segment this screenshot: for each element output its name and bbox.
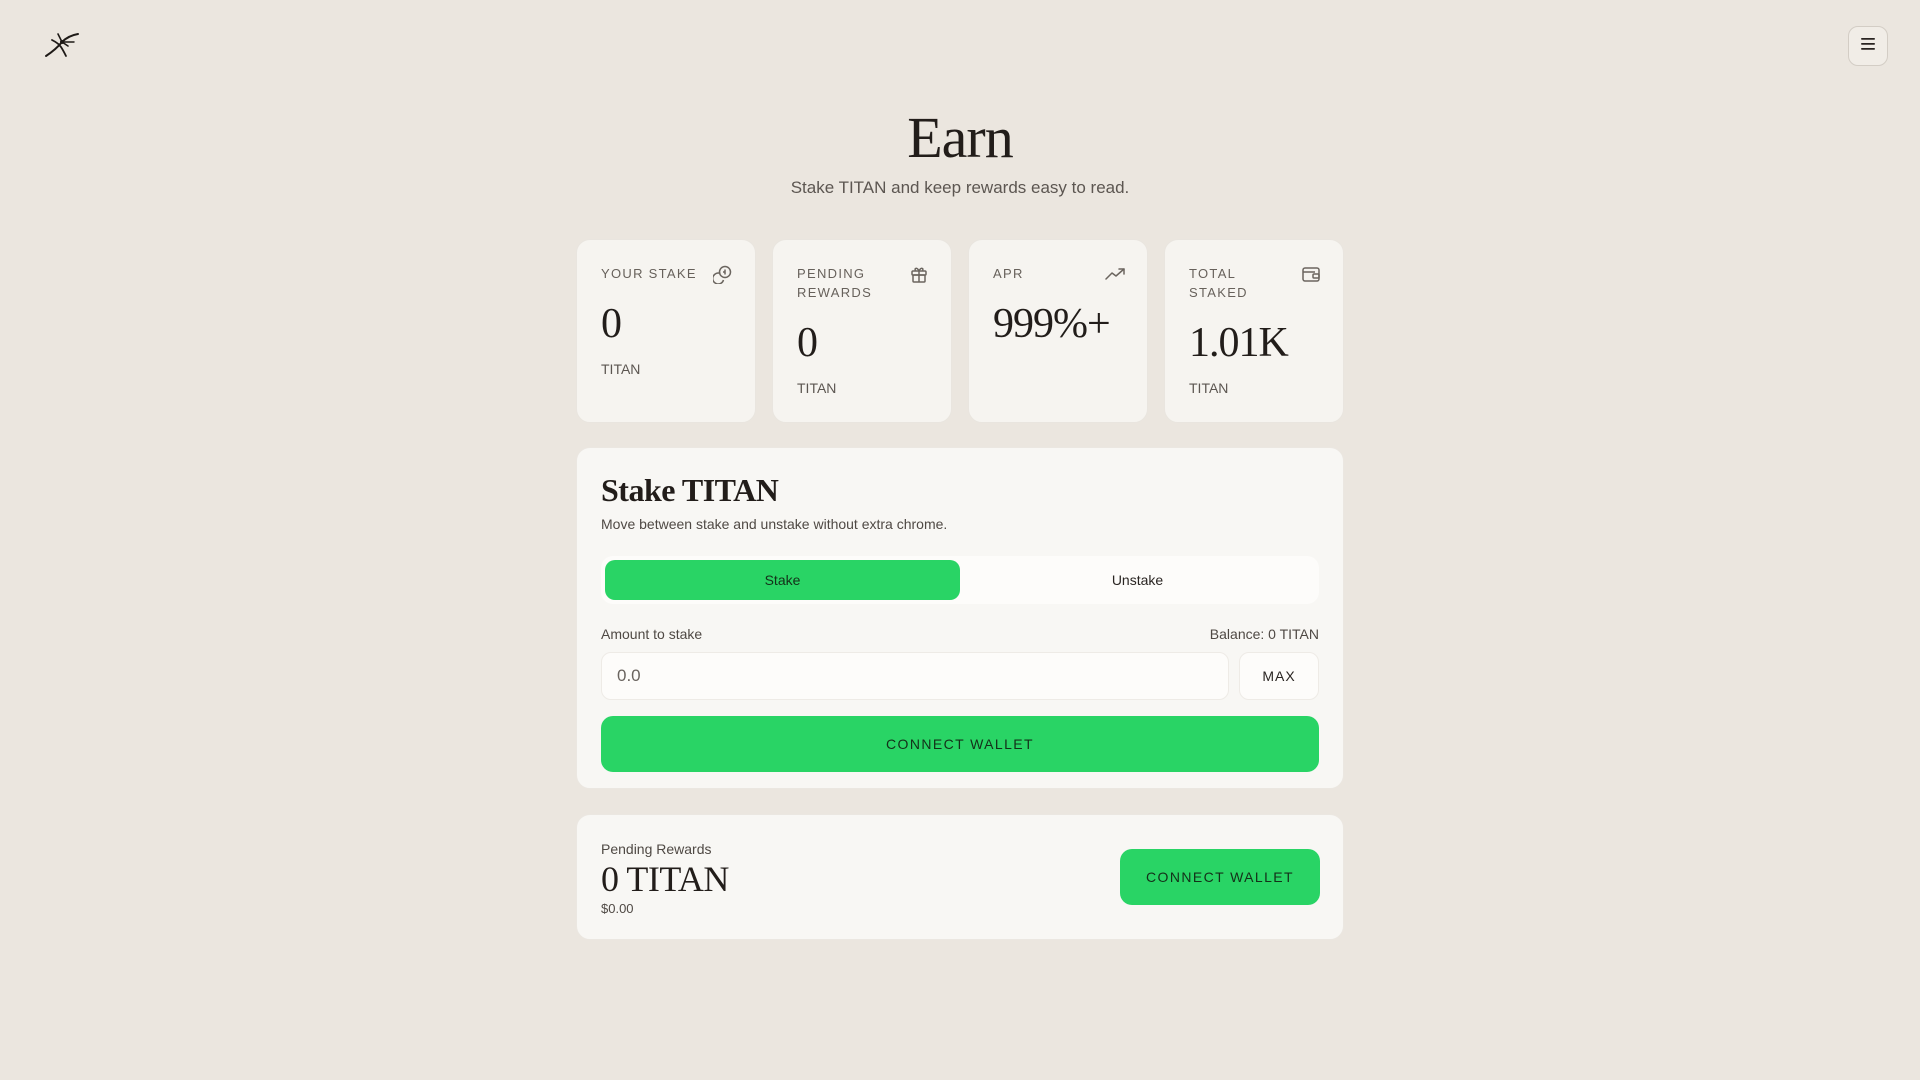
stake-panel-subtitle: Move between stake and unstake without e… [601, 516, 948, 532]
trending-up-icon [1105, 264, 1125, 284]
stat-label: PENDING REWARDS [797, 266, 873, 300]
stat-label: APR [993, 266, 1024, 281]
amount-input[interactable] [601, 652, 1229, 700]
stat-card-apr: APR 999%+ [968, 239, 1148, 423]
stat-value: 0 [797, 320, 818, 366]
stat-value: 0 [601, 301, 622, 347]
rewards-panel: Pending Rewards 0 TITAN $0.00 CONNECT WA… [576, 814, 1344, 940]
wallet-icon [1301, 264, 1321, 284]
tab-stake[interactable]: Stake [605, 560, 960, 600]
stake-panel-title: Stake TITAN [601, 472, 779, 508]
rewards-connect-wallet-button[interactable]: CONNECT WALLET [1120, 849, 1320, 905]
max-button[interactable]: MAX [1239, 652, 1319, 700]
coins-icon [711, 264, 733, 285]
stat-card-total-staked: TOTAL STAKED 1.01K TITAN [1164, 239, 1344, 423]
connect-wallet-button[interactable]: CONNECT WALLET [601, 716, 1319, 772]
stats-row: YOUR STAKE 0 TITAN PENDING REWARDS 0 TIT… [576, 239, 1344, 423]
stat-value: 1.01K [1189, 320, 1289, 366]
tab-unstake[interactable]: Unstake [960, 560, 1315, 600]
stake-unstake-tabs: Stake Unstake [601, 556, 1319, 604]
stat-unit: TITAN [601, 361, 641, 377]
hamburger-menu-icon [1860, 37, 1876, 56]
stat-value: 999%+ [993, 301, 1111, 347]
stat-label: TOTAL STAKED [1189, 266, 1248, 300]
stat-card-pending-rewards: PENDING REWARDS 0 TITAN [772, 239, 952, 423]
stat-unit: TITAN [797, 380, 837, 396]
stat-label: YOUR STAKE [601, 266, 697, 281]
gift-icon [909, 264, 929, 284]
page-title: Earn [907, 105, 1014, 170]
stat-unit: TITAN [1189, 380, 1229, 396]
amount-label: Amount to stake [601, 626, 703, 642]
stat-card-your-stake: YOUR STAKE 0 TITAN [576, 239, 756, 423]
page-subtitle: Stake TITAN and keep rewards easy to rea… [790, 178, 1130, 197]
stake-panel: Stake TITAN Move between stake and unsta… [576, 447, 1344, 789]
menu-button[interactable] [1848, 26, 1888, 66]
bird-logo-icon[interactable] [44, 30, 80, 60]
balance-text: Balance: 0 TITAN [1209, 626, 1319, 642]
